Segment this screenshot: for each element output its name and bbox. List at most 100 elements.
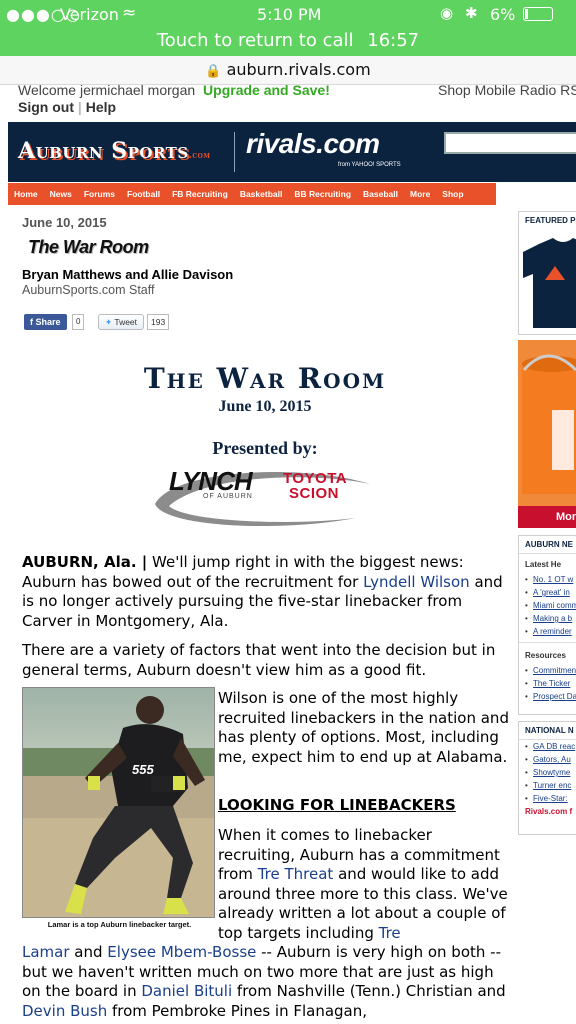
auburn-news-box: AUBURN NE Latest He No. 1 OT wA 'great' …: [518, 535, 576, 715]
resource-link-item[interactable]: Prospect Da: [519, 690, 576, 703]
sponsor-logo[interactable]: LYNCH OF AUBURN TOYOTA SCION: [145, 462, 375, 528]
upgrade-link[interactable]: Upgrade and Save!: [203, 82, 330, 98]
author-affiliation: AuburnSports.com Staff: [22, 283, 155, 297]
nav-item-more[interactable]: More: [404, 183, 436, 205]
return-to-call-label: Touch to return to call: [156, 30, 354, 51]
paragraph-2: There are a variety of factors that went…: [22, 641, 496, 679]
nav-item-basketball[interactable]: Basketball: [234, 183, 289, 205]
hardware-ad[interactable]: Mor: [518, 340, 576, 528]
link-lyndell-wilson[interactable]: Lyndell Wilson: [363, 573, 470, 591]
clock: 5:10 PM: [257, 5, 322, 24]
rotation-lock-icon: ◉: [440, 4, 454, 22]
latest-list: No. 1 OT wA 'great' inMiami commMaking a…: [519, 573, 576, 638]
paragraph-5: Lamar and Elysee Mbem-Bosse -- Auburn is…: [22, 943, 506, 1020]
carrier-label: Verizon: [60, 5, 119, 24]
status-bar: ●●●○○ Verizon ≈ 5:10 PM ◉ ✱ 6%: [0, 0, 576, 30]
account-links: Sign out | Help: [18, 99, 117, 115]
latest-headline-item[interactable]: A 'great' in: [519, 586, 576, 599]
nav-item-football[interactable]: Football: [121, 183, 166, 205]
facebook-share-button[interactable]: f Share: [24, 314, 67, 330]
battery-icon: [523, 7, 553, 21]
rivals-more-link[interactable]: Rivals.com f: [519, 805, 576, 818]
ad-more-button[interactable]: Mor: [518, 506, 576, 528]
nav-item-home[interactable]: Home: [8, 183, 44, 205]
column-logo: The War Room: [28, 237, 149, 257]
nav-item-news[interactable]: News: [44, 183, 78, 205]
share-count: 0: [72, 314, 85, 330]
war-room-banner-title: The War Room: [143, 362, 387, 395]
latest-headline-item[interactable]: Making a b: [519, 612, 576, 625]
tweet-count: 193: [147, 314, 170, 330]
url-text: auburn.rivals.com: [226, 60, 371, 79]
war-room-banner-date: June 10, 2015: [218, 398, 312, 415]
player-photo[interactable]: 555: [22, 687, 215, 918]
latest-headline-item[interactable]: No. 1 OT w: [519, 573, 576, 586]
auburn-sports-logo[interactable]: Auburn Sports.com: [18, 138, 210, 164]
tshirt-image: [523, 238, 576, 328]
article-authors: Bryan Matthews and Allie Davison: [22, 267, 234, 282]
paragraph-1: AUBURN, Ala. | We'll jump right in with …: [22, 553, 503, 630]
orange-bucket-image: [522, 354, 576, 494]
paragraph-3: Wilson is one of the most highly recruit…: [218, 689, 509, 766]
nav-item-shop[interactable]: Shop: [436, 183, 469, 205]
resources-list: CommitmenThe TickerProspect Da: [519, 664, 576, 703]
lock-icon: 🔒: [205, 64, 222, 79]
nav-item-baseball[interactable]: Baseball: [357, 183, 404, 205]
wifi-icon: ≈: [122, 3, 137, 23]
twitter-icon: ✦: [105, 317, 113, 327]
featured-products-box[interactable]: FEATURED P: [518, 211, 576, 335]
national-list: GA DB reacGators, AuShowtymeTurner encFi…: [519, 740, 576, 805]
link-tre-threat[interactable]: Tre Threat: [258, 865, 334, 883]
user-name: jermichael morgan: [79, 82, 196, 98]
latest-heading: Latest He: [525, 560, 562, 569]
national-headline-item[interactable]: Showtyme: [519, 766, 576, 779]
site-nav: Home News Forums Football FB Recruiting Baske…: [8, 183, 496, 205]
facebook-icon: f: [30, 317, 33, 327]
sponsor-scion: SCION: [289, 485, 340, 502]
sponsor-of-auburn: OF AUBURN: [203, 493, 253, 500]
auburn-news-heading: AUBURN NE: [519, 536, 576, 554]
call-duration: 16:57: [367, 30, 420, 51]
national-headline-item[interactable]: GA DB reac: [519, 740, 576, 753]
national-headline-item[interactable]: Five-Star:: [519, 792, 576, 805]
presented-by-label: Presented by:: [212, 438, 318, 458]
yahoo-sports-tag: from YAHOO! SPORTS: [338, 162, 401, 168]
battery-percent: 6%: [490, 5, 516, 24]
welcome-line: Welcome jermichael morgan Upgrade and Sa…: [18, 82, 330, 98]
player-photo-image: 555: [23, 688, 214, 917]
sign-out-link[interactable]: Sign out: [18, 99, 74, 115]
nav-item-bb-recruiting[interactable]: BB Recruiting: [288, 183, 357, 205]
latest-headline-item[interactable]: Miami comm: [519, 599, 576, 612]
bluetooth-icon: ✱: [465, 4, 478, 22]
site-masthead: Auburn Sports.com rivals.com from YAHOO!…: [8, 122, 576, 182]
latest-headline-item[interactable]: A reminder: [519, 625, 576, 638]
nav-item-fb-recruiting[interactable]: FB Recruiting: [166, 183, 234, 205]
welcome-label: Welcome: [18, 82, 77, 98]
link-elysee-mbem-bosse[interactable]: Elysee Mbem-Bosse: [107, 943, 256, 961]
section-heading: LOOKING FOR LINEBACKERS: [218, 796, 456, 814]
link-devin-bush[interactable]: Devin Bush: [22, 1002, 107, 1020]
resources-heading: Resources: [519, 642, 576, 664]
site-search-input[interactable]: [444, 132, 576, 154]
return-to-call-banner[interactable]: Touch to return to call 16:57: [0, 30, 576, 56]
shop-radio-links[interactable]: Shop Mobile Radio RS: [438, 82, 576, 98]
address-bar[interactable]: 🔒 auburn.rivals.com: [0, 56, 576, 85]
article-date: June 10, 2015: [22, 215, 107, 230]
link-tre-lamar[interactable]: Tre: [379, 924, 401, 942]
photo-caption: Lamar is a top Auburn linebacker target.: [47, 920, 192, 929]
national-headline-item[interactable]: Turner enc: [519, 779, 576, 792]
national-news-box: NATIONAL N GA DB reacGators, AuShowtymeT…: [518, 721, 576, 835]
nav-item-forums[interactable]: Forums: [78, 183, 121, 205]
resource-link-item[interactable]: The Ticker: [519, 677, 576, 690]
resource-link-item[interactable]: Commitmen: [519, 664, 576, 677]
link-tre-lamar-cont[interactable]: Lamar: [22, 943, 70, 961]
rivals-logo[interactable]: rivals.com: [246, 128, 380, 160]
featured-heading: FEATURED P: [525, 216, 576, 225]
paragraph-4: When it comes to linebacker recruiting, …: [218, 826, 508, 942]
national-news-heading: NATIONAL N: [519, 722, 576, 740]
link-daniel-bituli[interactable]: Daniel Bituli: [141, 982, 232, 1000]
help-link[interactable]: Help: [86, 99, 116, 115]
tweet-button[interactable]: ✦ Tweet: [98, 314, 145, 330]
photo-jersey-number: 555: [132, 762, 154, 777]
national-headline-item[interactable]: Gators, Au: [519, 753, 576, 766]
